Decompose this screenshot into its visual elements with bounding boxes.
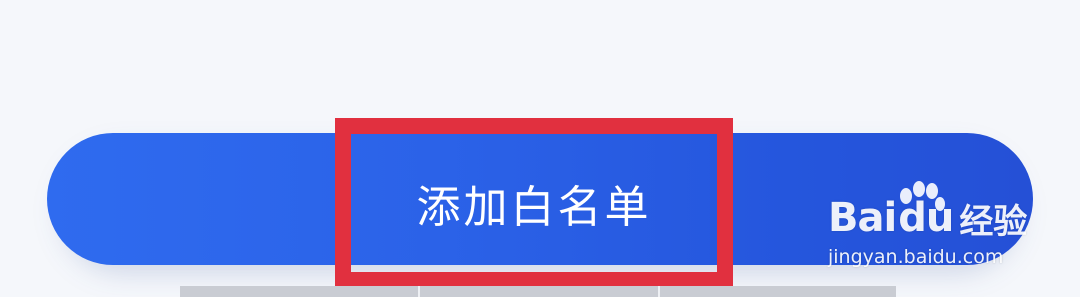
tab-divider — [658, 286, 660, 297]
tab-divider — [418, 286, 420, 297]
screen: 添加白名单 Bai du 经验 jingyan.baidu.com — [0, 0, 1080, 297]
bottom-tab-strip — [180, 286, 896, 297]
add-whitelist-button[interactable] — [47, 133, 1033, 265]
